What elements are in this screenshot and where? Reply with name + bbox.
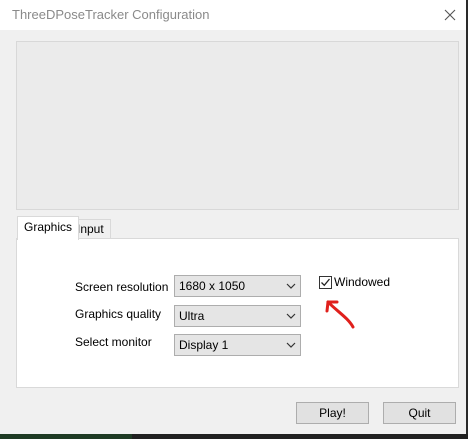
tab-graphics[interactable]: Graphics	[17, 216, 80, 240]
select-monitor-value: Display 1	[179, 338, 229, 352]
tab-graphics-label: Graphics	[24, 220, 73, 234]
play-button-label: Play!	[319, 406, 346, 420]
checkmark-icon	[321, 278, 331, 287]
windowed-checkbox[interactable]	[319, 276, 332, 289]
select-monitor-select[interactable]: Display 1	[174, 334, 301, 356]
screen-resolution-select[interactable]: 1680 x 1050	[174, 275, 301, 297]
play-button[interactable]: Play!	[296, 402, 369, 424]
title-bar: ThreeDPoseTracker Configuration	[0, 0, 466, 30]
windowed-label: Windowed	[334, 275, 391, 289]
close-icon	[444, 9, 456, 21]
tab-input-label: Input	[77, 222, 104, 236]
graphics-quality-select[interactable]: Ultra	[174, 305, 301, 327]
graphics-quality-value: Ultra	[179, 309, 205, 323]
background-edge-bottom	[0, 434, 468, 439]
chevron-down-icon	[286, 283, 296, 289]
chevron-down-icon	[286, 342, 296, 348]
screen-resolution-value: 1680 x 1050	[179, 279, 246, 293]
screen-resolution-label: Screen resolution	[75, 280, 169, 294]
banner-image	[16, 41, 459, 210]
graphics-quality-label: Graphics quality	[75, 307, 162, 321]
close-button[interactable]	[441, 6, 459, 24]
background-taskbar-strip	[0, 434, 132, 439]
annotation-arrow-icon	[325, 300, 355, 329]
quit-button-label: Quit	[408, 406, 431, 420]
select-monitor-label: Select monitor	[75, 335, 152, 349]
chevron-down-icon	[286, 313, 296, 319]
quit-button[interactable]: Quit	[383, 402, 456, 424]
window-title: ThreeDPoseTracker Configuration	[12, 7, 210, 22]
